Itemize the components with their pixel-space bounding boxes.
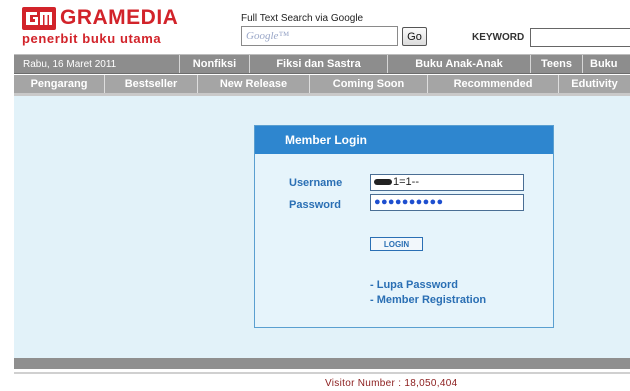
username-input[interactable]: 1=1-- <box>370 174 524 191</box>
footer-bar <box>14 358 630 369</box>
username-label: Username <box>289 177 343 189</box>
nav-item-recommended[interactable]: Recommended <box>428 75 559 93</box>
footer-divider <box>14 372 630 374</box>
google-search-label: Full Text Search via Google <box>241 13 364 24</box>
login-button[interactable]: LOGIN <box>370 237 423 251</box>
nav-item-edutivity[interactable]: Edutivity <box>559 75 630 93</box>
nav-item-nonfiksi[interactable]: Nonfiksi <box>180 55 250 73</box>
brand-name[interactable]: GRAMEDIA <box>60 6 178 30</box>
forgot-password-link[interactable]: - Lupa Password <box>370 279 458 291</box>
nav-item-coming-soon[interactable]: Coming Soon <box>310 75 428 93</box>
nav-item-buku[interactable]: Buku <box>583 55 630 73</box>
google-logo-placeholder: Google™ <box>246 30 290 42</box>
current-date: Rabu, 16 Maret 2011 <box>14 55 180 73</box>
primary-nav: Rabu, 16 Maret 2011 Nonfiksi Fiksi dan S… <box>14 54 630 74</box>
member-login-panel: Member Login Username 1=1-- Password ●●●… <box>254 125 554 328</box>
go-button[interactable]: Go <box>402 27 427 46</box>
nav-item-fiksi-dan-sastra[interactable]: Fiksi dan Sastra <box>250 55 388 73</box>
nav-item-pengarang[interactable]: Pengarang <box>14 75 105 93</box>
nav-item-buku-anak-anak[interactable]: Buku Anak-Anak <box>388 55 531 73</box>
visitor-counter: Visitor Number : 18,050,404 <box>325 378 458 389</box>
password-label: Password <box>289 199 341 211</box>
keyword-label: KEYWORD <box>472 32 525 43</box>
member-registration-link[interactable]: - Member Registration <box>370 294 486 306</box>
brand-tagline: penerbit buku utama <box>22 31 162 46</box>
keyword-input[interactable] <box>530 28 630 47</box>
login-title: Member Login <box>255 126 553 154</box>
nav-item-bestseller[interactable]: Bestseller <box>105 75 198 93</box>
gramedia-logo-icon[interactable] <box>22 7 56 30</box>
password-input[interactable]: ●●●●●●●●●● <box>370 194 524 211</box>
nav-item-new-release[interactable]: New Release <box>198 75 310 93</box>
secondary-nav: Pengarang Bestseller New Release Coming … <box>14 75 630 96</box>
password-mask: ●●●●●●●●●● <box>374 196 444 208</box>
google-search-input[interactable]: Google™ <box>241 26 398 46</box>
nav-item-teens[interactable]: Teens <box>531 55 583 73</box>
redaction-mark <box>374 179 392 186</box>
username-value: 1=1-- <box>393 176 419 188</box>
